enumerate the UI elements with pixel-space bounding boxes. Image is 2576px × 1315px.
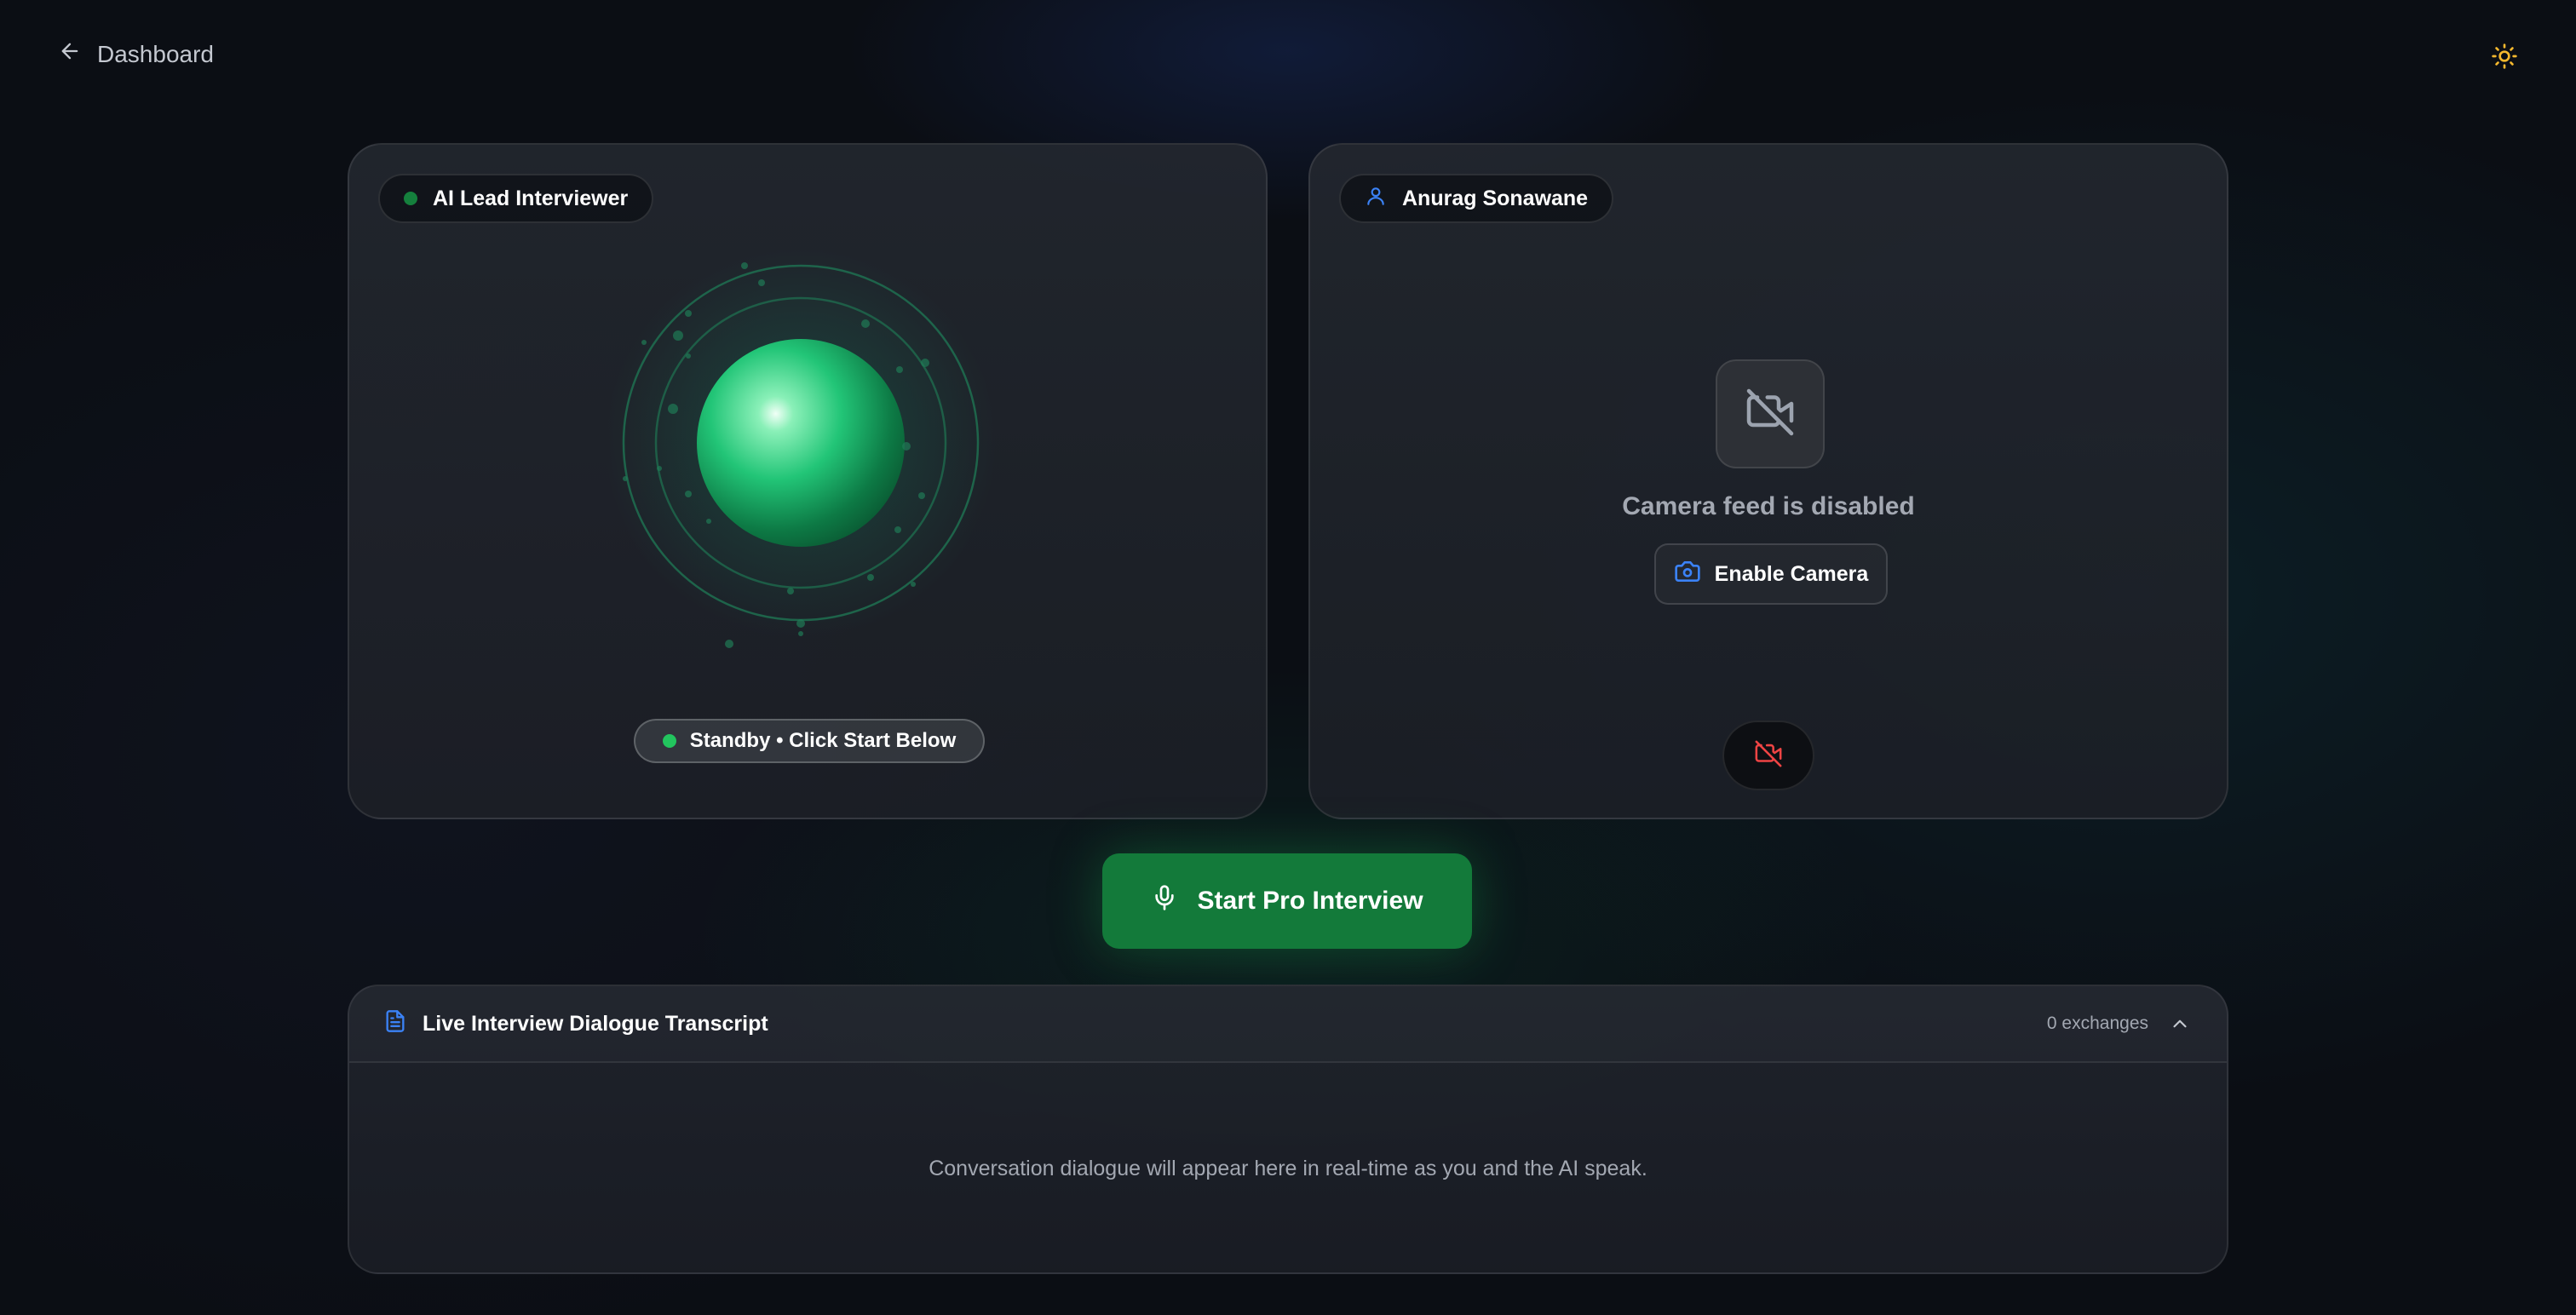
arrow-left-icon xyxy=(58,39,82,69)
camera-toggle-button[interactable] xyxy=(1722,721,1814,790)
back-to-dashboard-link[interactable]: Dashboard xyxy=(58,39,214,69)
video-off-icon xyxy=(1754,739,1783,772)
transcript-empty-message: Conversation dialogue will appear here i… xyxy=(929,1156,1647,1180)
theme-toggle-button[interactable] xyxy=(2484,37,2525,78)
transcript-panel: Live Interview Dialogue Transcript 0 exc… xyxy=(348,985,2228,1274)
ai-interviewer-card: AI Lead Interviewer Standby • Click Star… xyxy=(348,143,1268,819)
transcript-meta: 0 exchanges xyxy=(2047,1011,2193,1036)
transcript-title-label: Live Interview Dialogue Transcript xyxy=(423,1011,768,1036)
document-icon xyxy=(383,1009,407,1039)
user-icon xyxy=(1365,185,1387,213)
enable-camera-label: Enable Camera xyxy=(1714,561,1869,586)
ai-status-badge: Standby • Click Start Below xyxy=(634,719,985,763)
ai-interviewer-badge: AI Lead Interviewer xyxy=(378,174,654,223)
start-interview-button[interactable]: Start Pro Interview xyxy=(1102,853,1472,949)
microphone-icon xyxy=(1151,884,1178,918)
chevron-up-icon[interactable] xyxy=(2167,1011,2193,1036)
ai-voice-orb xyxy=(562,221,1039,664)
start-interview-label: Start Pro Interview xyxy=(1197,887,1423,915)
ai-interviewer-label: AI Lead Interviewer xyxy=(433,186,629,210)
candidate-name: Anurag Sonawane xyxy=(1402,186,1589,210)
candidate-camera-card: Anurag Sonawane Camera feed is disabled … xyxy=(1308,143,2228,819)
sun-icon xyxy=(2491,43,2518,74)
video-off-icon xyxy=(1745,387,1796,442)
transcript-header[interactable]: Live Interview Dialogue Transcript 0 exc… xyxy=(349,986,2227,1063)
exchange-count: 0 exchanges xyxy=(2046,1014,2148,1033)
back-link-label: Dashboard xyxy=(97,40,214,67)
camera-disabled-placeholder xyxy=(1716,359,1825,468)
camera-disabled-message: Camera feed is disabled xyxy=(1622,492,1915,520)
transcript-title: Live Interview Dialogue Transcript xyxy=(383,1009,768,1039)
online-indicator xyxy=(404,192,417,205)
enable-camera-button[interactable]: Enable Camera xyxy=(1654,543,1888,605)
candidate-name-badge: Anurag Sonawane xyxy=(1339,174,1614,223)
ai-status-label: Standby • Click Start Below xyxy=(689,729,957,752)
standby-indicator xyxy=(662,734,676,748)
camera-icon xyxy=(1674,558,1701,591)
